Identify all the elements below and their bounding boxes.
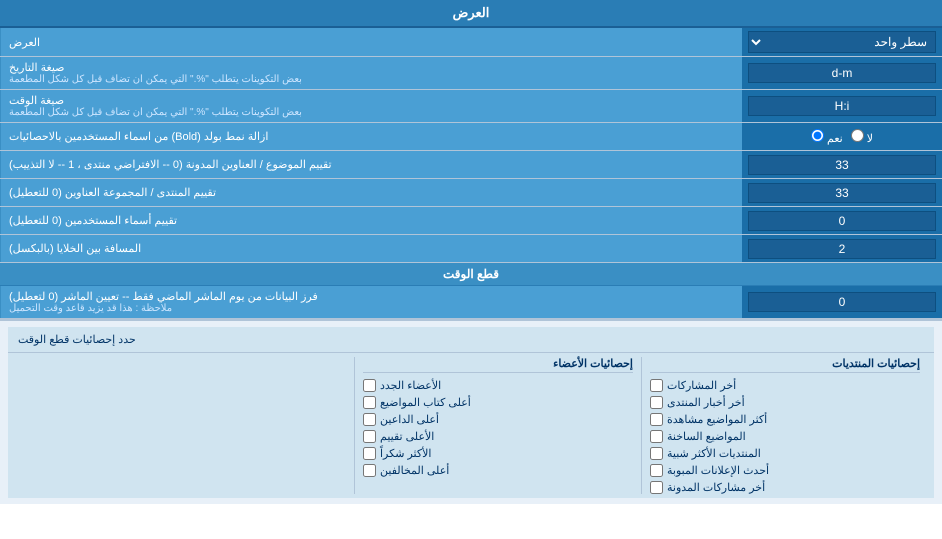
usernames-sort-input[interactable] [748,211,936,231]
bold-removal-row: لا نعم ازالة نمط بولد (Bold) من اسماء ال… [0,123,942,151]
checkbox-m6[interactable] [363,464,376,477]
topic-sort-label: تقييم الموضوع / العناوين المدونة (0 -- ا… [0,151,742,178]
cell-spacing-label: المسافة بين الخلايا (بالبكسل) [0,235,742,262]
checkbox-label-7: أخر مشاركات المدونة [667,481,765,494]
checkbox-label-m4: الأعلى تقييم [380,430,434,443]
cell-spacing-row: المسافة بين الخلايا (بالبكسل) [0,235,942,263]
display-mode-row: سطر واحد متعدد الأسطر العرض [0,28,942,57]
checkbox-item-6: أحدث الإعلانات المبوبة [650,464,920,477]
display-mode-label: العرض [0,28,742,56]
checkbox-label-4: المواضيع الساخنة [667,430,746,443]
realtime-section-title: قطع الوقت [443,267,499,281]
bold-yes-radio[interactable] [811,129,824,142]
members-stats-col-header: إحصائيات الأعضاء [363,357,633,373]
checkbox-item-5: المنتديات الأكثر شبية [650,447,920,460]
checkbox-label-m6: أعلى المخالفين [380,464,449,477]
checkbox-m3[interactable] [363,413,376,426]
time-format-main-label: صيغة الوقت [9,94,64,107]
checkbox-6[interactable] [650,464,663,477]
checkboxes-section-header: حدد إحصائيات قطع الوقت [8,327,934,353]
extra-col [14,357,354,494]
checkbox-4[interactable] [650,430,663,443]
checkbox-7[interactable] [650,481,663,494]
bold-no-label[interactable]: لا [851,129,873,145]
cell-spacing-input-cell [742,235,942,262]
checkbox-5[interactable] [650,447,663,460]
display-mode-select[interactable]: سطر واحد متعدد الأسطر [748,31,936,53]
date-format-label: صيغة التاريخ بعض التكوينات يتطلب "%." ال… [0,57,742,89]
date-format-sub-label: بعض التكوينات يتطلب "%." التي يمكن ان تض… [9,74,302,85]
date-format-row: صيغة التاريخ بعض التكوينات يتطلب "%." ال… [0,57,942,90]
checkbox-3[interactable] [650,413,663,426]
members-stats-col: إحصائيات الأعضاء الأعضاء الجدد أعلى كتاب… [354,357,641,494]
checkbox-m4[interactable] [363,430,376,443]
usernames-sort-label: تقييم أسماء المستخدمين (0 للتعطيل) [0,207,742,234]
realtime-note-label: ملاحظة : هذا قد يزيد قاعد وقت التحميل [9,303,172,314]
bold-removal-input-cell: لا نعم [742,123,942,150]
topic-sort-row: تقييم الموضوع / العناوين المدونة (0 -- ا… [0,151,942,179]
time-format-row: صيغة الوقت بعض التكوينات يتطلب "%." التي… [0,90,942,123]
forum-sort-input[interactable] [748,183,936,203]
realtime-input-cell [742,286,942,318]
checkbox-item-7: أخر مشاركات المدونة [650,481,920,494]
realtime-input[interactable] [748,292,936,312]
checkbox-label-6: أحدث الإعلانات المبوبة [667,464,769,477]
header-title: العرض [453,5,490,21]
checkbox-label-1: أخر المشاركات [667,379,736,392]
checkbox-label-m3: أعلى الداعين [380,413,439,426]
display-mode-input-cell: سطر واحد متعدد الأسطر [742,28,942,56]
checkbox-item-2: أخر أخبار المنتدى [650,396,920,409]
realtime-row: فرز البيانات من يوم الماشر الماضي فقط --… [0,286,942,319]
topic-sort-input-cell [742,151,942,178]
time-format-label: صيغة الوقت بعض التكوينات يتطلب "%." التي… [0,90,742,122]
checkbox-label-m1: الأعضاء الجدد [380,379,441,392]
topic-sort-input[interactable] [748,155,936,175]
time-format-input[interactable] [748,96,936,116]
forum-sort-row: تقييم المنتدى / المجموعة العناوين (0 للت… [0,179,942,207]
date-format-input[interactable] [748,63,936,83]
checkbox-m5[interactable] [363,447,376,460]
checkbox-label-2: أخر أخبار المنتدى [667,396,745,409]
checkbox-item-m6: أعلى المخالفين [363,464,633,477]
bold-removal-radio-group: لا نعم [811,129,873,145]
realtime-section-header: قطع الوقت [0,263,942,286]
checkbox-m2[interactable] [363,396,376,409]
usernames-sort-input-cell [742,207,942,234]
time-format-input-cell [742,90,942,122]
checkbox-item-m1: الأعضاء الجدد [363,379,633,392]
bold-no-radio[interactable] [851,129,864,142]
date-format-main-label: صيغة التاريخ [9,61,64,74]
time-format-sub-label: بعض التكوينات يتطلب "%." التي يمكن ان تض… [9,107,302,118]
date-format-input-cell [742,57,942,89]
forums-stats-col-header: إحصائيات المنتديات [650,357,920,373]
checkbox-1[interactable] [650,379,663,392]
bold-removal-label: ازالة نمط بولد (Bold) من اسماء المستخدمي… [0,123,742,150]
realtime-main-label: فرز البيانات من يوم الماشر الماضي فقط --… [9,290,318,303]
realtime-label: فرز البيانات من يوم الماشر الماضي فقط --… [0,286,742,318]
checkbox-item-m2: أعلى كتاب المواضيع [363,396,633,409]
page-header: العرض [0,0,942,28]
checkbox-item-m5: الأكثر شكراً [363,447,633,460]
cell-spacing-input[interactable] [748,239,936,259]
checkbox-item-m4: الأعلى تقييم [363,430,633,443]
checkboxes-body: إحصائيات المنتديات أخر المشاركات أخر أخب… [8,353,934,498]
checkboxes-header-text: حدد إحصائيات قطع الوقت [18,333,136,346]
checkbox-label-m2: أعلى كتاب المواضيع [380,396,471,409]
checkbox-m1[interactable] [363,379,376,392]
forum-sort-input-cell [742,179,942,206]
checkbox-item-m3: أعلى الداعين [363,413,633,426]
forum-sort-label: تقييم المنتدى / المجموعة العناوين (0 للت… [0,179,742,206]
checkbox-item-4: المواضيع الساخنة [650,430,920,443]
checkboxes-section: حدد إحصائيات قطع الوقت إحصائيات المنتديا… [0,319,942,504]
checkbox-label-m5: الأكثر شكراً [380,447,431,460]
checkbox-2[interactable] [650,396,663,409]
usernames-sort-row: تقييم أسماء المستخدمين (0 للتعطيل) [0,207,942,235]
bold-yes-label[interactable]: نعم [811,129,843,145]
checkbox-label-3: أكثر المواضيع مشاهدة [667,413,767,426]
forums-stats-col: إحصائيات المنتديات أخر المشاركات أخر أخب… [641,357,928,494]
checkbox-item-3: أكثر المواضيع مشاهدة [650,413,920,426]
checkbox-label-5: المنتديات الأكثر شبية [667,447,761,460]
checkbox-item-1: أخر المشاركات [650,379,920,392]
